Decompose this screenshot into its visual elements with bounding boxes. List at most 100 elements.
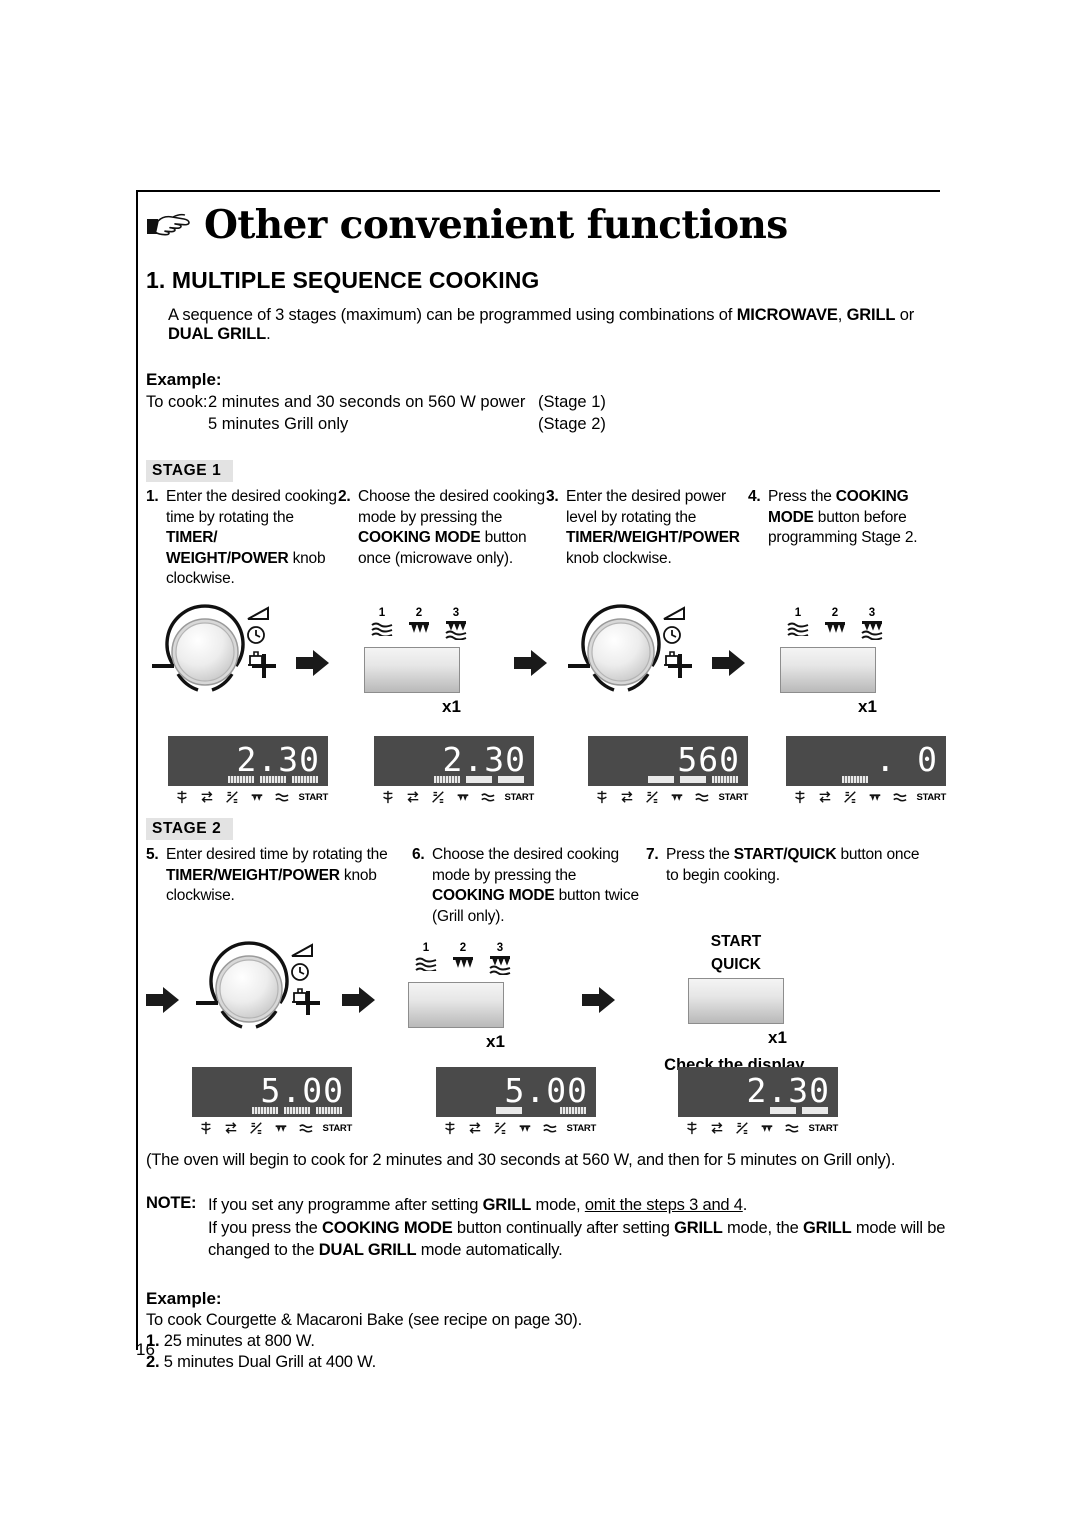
mode-icon-1-number: 1 [378, 607, 386, 620]
step-6: 6. Choose the desired cooking mode by pr… [412, 845, 646, 927]
stage-2-steps: 5. Enter desired time by rotating the TI… [146, 845, 946, 927]
power-wedge-icon [247, 606, 269, 621]
stage-1-steps: 1. Enter the desired cooking time by rot… [146, 487, 946, 590]
clock-icon [663, 626, 681, 644]
note-l2-mid-1: button continually after setting [452, 1218, 675, 1237]
led-display-7: 2.30 [678, 1067, 838, 1118]
note-block: NOTE: If you set any programme after set… [146, 1194, 946, 1261]
display-indicator-row-4: START [786, 789, 946, 805]
led-bar [434, 776, 460, 784]
led-indicator-bars-7 [738, 1107, 828, 1115]
flow-arrow-icon [342, 987, 375, 1014]
flow-arrow-icon [514, 650, 547, 677]
grill-indicator-icon [275, 1125, 286, 1133]
led-display-2: 2.30 [374, 736, 534, 787]
mode-icon-3-number: 3 [496, 942, 504, 955]
microwave-indicator-icon [784, 1124, 799, 1134]
press-count-2: x1 [858, 696, 877, 716]
stage-2-band: STAGE 2 [146, 818, 234, 841]
step-6-pre: Choose the desired cooking mode by press… [432, 846, 619, 884]
mode-icon-3: 3 [442, 608, 470, 645]
grill-element-icon [453, 956, 473, 968]
step-2: 2. Choose the desired cooking mode by pr… [338, 487, 546, 590]
flow-arrow-icon [296, 650, 329, 677]
auto-cook-icon [201, 791, 213, 803]
step-7-bold: START/QUICK [733, 846, 837, 864]
intro-mid-1: , [837, 306, 847, 324]
step-6-number: 6. [412, 846, 425, 864]
step-3-bold: TIMER/WEIGHT/POWER [566, 529, 740, 547]
knob-plus-icon-v [262, 654, 266, 679]
microwave-waves-icon [787, 622, 809, 638]
start-indicator-label: START [916, 791, 947, 803]
auto-cook-icon [819, 791, 831, 803]
start-quick-button[interactable] [688, 978, 784, 1025]
page-top-rule [136, 190, 940, 192]
multi-stage-icon [431, 791, 444, 804]
led-display-3: 560 [588, 736, 748, 787]
step-1-text: Enter the desired cooking time by rotati… [166, 487, 338, 590]
step-6-text: Choose the desired cooking mode by press… [432, 845, 646, 927]
display-indicator-row-1: START [168, 789, 328, 805]
defrost-icon [445, 1122, 455, 1135]
cooking-mode-button-1[interactable] [364, 646, 460, 693]
multi-stage-icon [645, 791, 658, 804]
manual-page: Other convenient functions 1. MULTIPLE S… [0, 0, 1080, 1528]
press-count-4: x1 [768, 1028, 787, 1048]
led-digits-1: 2.30 [236, 740, 320, 780]
display-panel-4: . 0 START [786, 736, 946, 805]
microwave-indicator-icon [892, 793, 907, 802]
timer-weight-power-knob-3[interactable] [196, 941, 322, 1041]
cooking-mode-icon-row-3: 1 2 3 [412, 943, 528, 980]
timer-weight-power-knob-2[interactable] [568, 604, 694, 704]
led-bar [466, 776, 492, 784]
cooking-mode-button-group-3: 1 2 3 x1 [408, 943, 528, 1052]
led-indicator-bars-2 [434, 776, 524, 784]
led-indicator-bars-4 [842, 776, 868, 784]
step-5-pre: Enter desired time by rotating the [166, 846, 388, 864]
note-l2-end: mode will be [851, 1218, 946, 1237]
dual-grill-icon [861, 620, 883, 641]
start-indicator-label: START [718, 791, 749, 803]
step-7: 7. Press the START/QUICK button once to … [646, 845, 926, 927]
mode-icon-3-number: 3 [868, 607, 876, 620]
step-4-number: 4. [748, 488, 761, 505]
led-bar [680, 776, 706, 784]
multi-stage-icon [249, 1122, 262, 1135]
step-3-text: Enter the desired power level by rotatin… [566, 487, 748, 569]
display-panel-2: 2.30 START [374, 736, 534, 805]
led-bar [802, 1107, 828, 1115]
start-quick-labels: START QUICK [656, 931, 816, 976]
cooking-mode-button-2[interactable] [780, 646, 876, 693]
timer-weight-power-knob-1[interactable] [152, 604, 278, 704]
example-1-line-2: To cook: 5 minutes Grill only (Stage 2) [146, 415, 946, 434]
note-l1-bold: GRILL [482, 1196, 532, 1215]
microwave-waves-icon [371, 622, 393, 638]
note-l1-pre: If you set any programme after setting [208, 1196, 483, 1215]
example-1-desc-2: 5 minutes Grill only [208, 415, 349, 433]
page-title: Other convenient functions [204, 202, 788, 248]
defrost-icon [201, 1122, 211, 1135]
led-bar [648, 776, 674, 784]
example-1-stage-2: (Stage 2) [538, 415, 606, 433]
example-2-item-2: 2. 5 minutes Dual Grill at 400 W. [146, 1353, 946, 1372]
note-body: If you set any programme after setting G… [208, 1194, 946, 1261]
cooking-mode-button-3[interactable] [408, 981, 504, 1028]
step-4-pre: Press the [768, 488, 836, 505]
page-number: 16 [136, 1340, 155, 1359]
dual-grill-icon [489, 955, 511, 976]
led-digits-5: 5.00 [260, 1071, 344, 1111]
led-digits-6: 5.00 [504, 1071, 588, 1111]
note-line-1: If you set any programme after setting G… [208, 1194, 946, 1216]
start-indicator-label: START [504, 791, 535, 803]
example-2-item-1: 1. 25 minutes at 800 W. [146, 1332, 946, 1351]
example-2-item-2-text: 5 minutes Dual Grill at 400 W. [163, 1353, 377, 1372]
led-bar [738, 1107, 764, 1114]
cooking-mode-button-group-2: 1 2 3 x1 [780, 608, 900, 717]
microwave-indicator-icon [542, 1124, 557, 1134]
example-1-line-1: To cook: 2 minutes and 30 seconds on 560… [146, 393, 946, 412]
mode-icon-2: 2 [449, 943, 477, 980]
clock-icon [247, 626, 265, 644]
knob-plus-icon-v [678, 654, 682, 679]
page-header: Other convenient functions [146, 206, 946, 245]
